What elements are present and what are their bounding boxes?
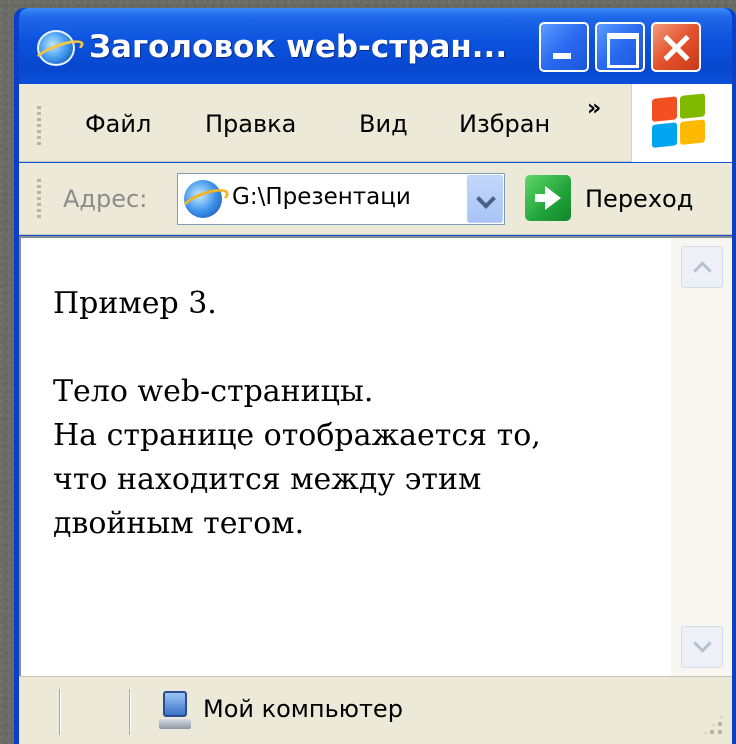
page-body-text: Пример 3. Тело web-страницы. На странице… bbox=[53, 282, 663, 546]
address-value[interactable]: G:\Презентаци bbox=[232, 184, 452, 210]
address-label: Адрес: bbox=[63, 185, 148, 213]
menu-favorites[interactable]: Избран bbox=[459, 110, 553, 138]
body-line: На странице отображается то, bbox=[53, 418, 541, 453]
window-title: Заголовок web-стран... bbox=[89, 29, 508, 65]
body-line: Тело web-страницы. bbox=[53, 374, 374, 409]
status-divider bbox=[59, 689, 61, 735]
menu-file[interactable]: Файл bbox=[85, 110, 151, 138]
windows-logo-icon bbox=[652, 93, 708, 151]
menu-view[interactable]: Вид bbox=[359, 110, 408, 138]
example-heading: Пример 3. bbox=[53, 286, 217, 321]
menu-edit[interactable]: Правка bbox=[205, 110, 296, 138]
minimize-button[interactable] bbox=[539, 22, 589, 72]
resize-grip-icon[interactable] bbox=[700, 712, 726, 738]
go-button[interactable]: Переход bbox=[585, 185, 693, 213]
body-line: двойным тегом. bbox=[53, 506, 305, 541]
body-line: что находится между этим bbox=[53, 462, 482, 497]
status-bar: Мой компьютер bbox=[19, 676, 732, 744]
scroll-up-button[interactable] bbox=[681, 246, 723, 288]
security-zone-label: Мой компьютер bbox=[203, 695, 403, 723]
go-arrow-icon[interactable] bbox=[525, 175, 571, 221]
maximize-button[interactable] bbox=[595, 22, 645, 72]
ie-address-icon bbox=[184, 180, 222, 218]
scroll-down-button[interactable] bbox=[681, 626, 723, 668]
address-input[interactable]: G:\Презентаци bbox=[177, 173, 505, 225]
toolbar-grip[interactable] bbox=[37, 106, 41, 146]
browser-window: Заголовок web-стран... Файл Правка Вид И… bbox=[14, 8, 736, 744]
menu-overflow-chevron[interactable]: » bbox=[587, 96, 601, 121]
address-bar: Адрес: G:\Презентаци Переход bbox=[19, 163, 732, 235]
dropdown-arrow-icon[interactable] bbox=[467, 175, 503, 223]
page-content: Пример 3. Тело web-страницы. На странице… bbox=[19, 236, 671, 676]
close-button[interactable] bbox=[651, 22, 701, 72]
menu-bar: Файл Правка Вид Избран » bbox=[19, 84, 732, 162]
vertical-scrollbar[interactable] bbox=[671, 236, 732, 676]
my-computer-icon bbox=[159, 691, 191, 731]
ie-page-icon[interactable] bbox=[37, 30, 75, 66]
status-divider bbox=[129, 689, 131, 735]
title-bar[interactable]: Заголовок web-стран... bbox=[19, 8, 732, 84]
toolbar-grip[interactable] bbox=[37, 179, 41, 219]
throbber-area bbox=[631, 84, 732, 162]
